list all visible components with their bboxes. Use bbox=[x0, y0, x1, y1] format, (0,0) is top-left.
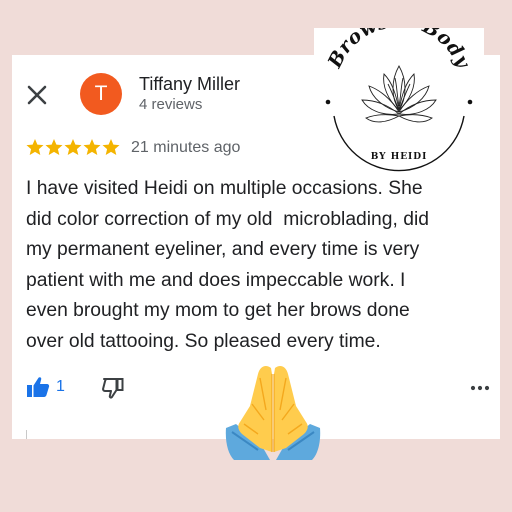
close-button[interactable] bbox=[26, 84, 48, 106]
close-icon bbox=[27, 85, 47, 105]
review-text-line: patient with me and does impeccable work… bbox=[26, 269, 406, 291]
thumbs-up-icon bbox=[27, 377, 50, 397]
reviewer-name[interactable]: Tiffany Miller bbox=[139, 74, 240, 95]
more-options-button[interactable] bbox=[469, 379, 491, 397]
review-text-line: even brought my mom to get her brows don… bbox=[26, 300, 410, 321]
review-text-line: over old tattooing. So pleased every tim… bbox=[26, 330, 381, 352]
page: T Tiffany Miller 4 reviews 21 minutes ag… bbox=[0, 0, 512, 512]
review-text-line: my permanent eyeliner, and every time is… bbox=[26, 239, 420, 260]
review-text-line: I have visited Heidi on multiple occasio… bbox=[26, 178, 423, 199]
star-icon bbox=[102, 139, 120, 155]
avatar[interactable]: T bbox=[80, 73, 122, 115]
star-icon bbox=[26, 139, 44, 155]
thumbs-down-icon bbox=[102, 378, 124, 399]
review-text: I have visited Heidi on multiple occasio… bbox=[26, 174, 510, 357]
review-text-line: did color correction of my old microblad… bbox=[26, 208, 429, 230]
star-icon bbox=[83, 139, 101, 155]
reviewer-review-count: 4 reviews bbox=[139, 96, 203, 113]
review-timestamp: 21 minutes ago bbox=[131, 139, 241, 156]
star-rating bbox=[26, 138, 121, 158]
praying-hands-icon bbox=[225, 366, 321, 460]
like-count: 1 bbox=[56, 378, 65, 395]
praying-hands-emoji bbox=[222, 362, 324, 462]
like-button[interactable]: 1 bbox=[26, 376, 65, 398]
star-icon bbox=[45, 139, 63, 155]
star-icon bbox=[64, 139, 82, 155]
brand-logo: Brows & Body BY HEIDI bbox=[314, 10, 484, 178]
dislike-button[interactable] bbox=[101, 376, 125, 400]
divider bbox=[26, 430, 27, 439]
logo-subtitle: BY HEIDI bbox=[371, 152, 428, 162]
lotus-icon bbox=[361, 65, 437, 123]
more-options-icon bbox=[470, 385, 490, 391]
